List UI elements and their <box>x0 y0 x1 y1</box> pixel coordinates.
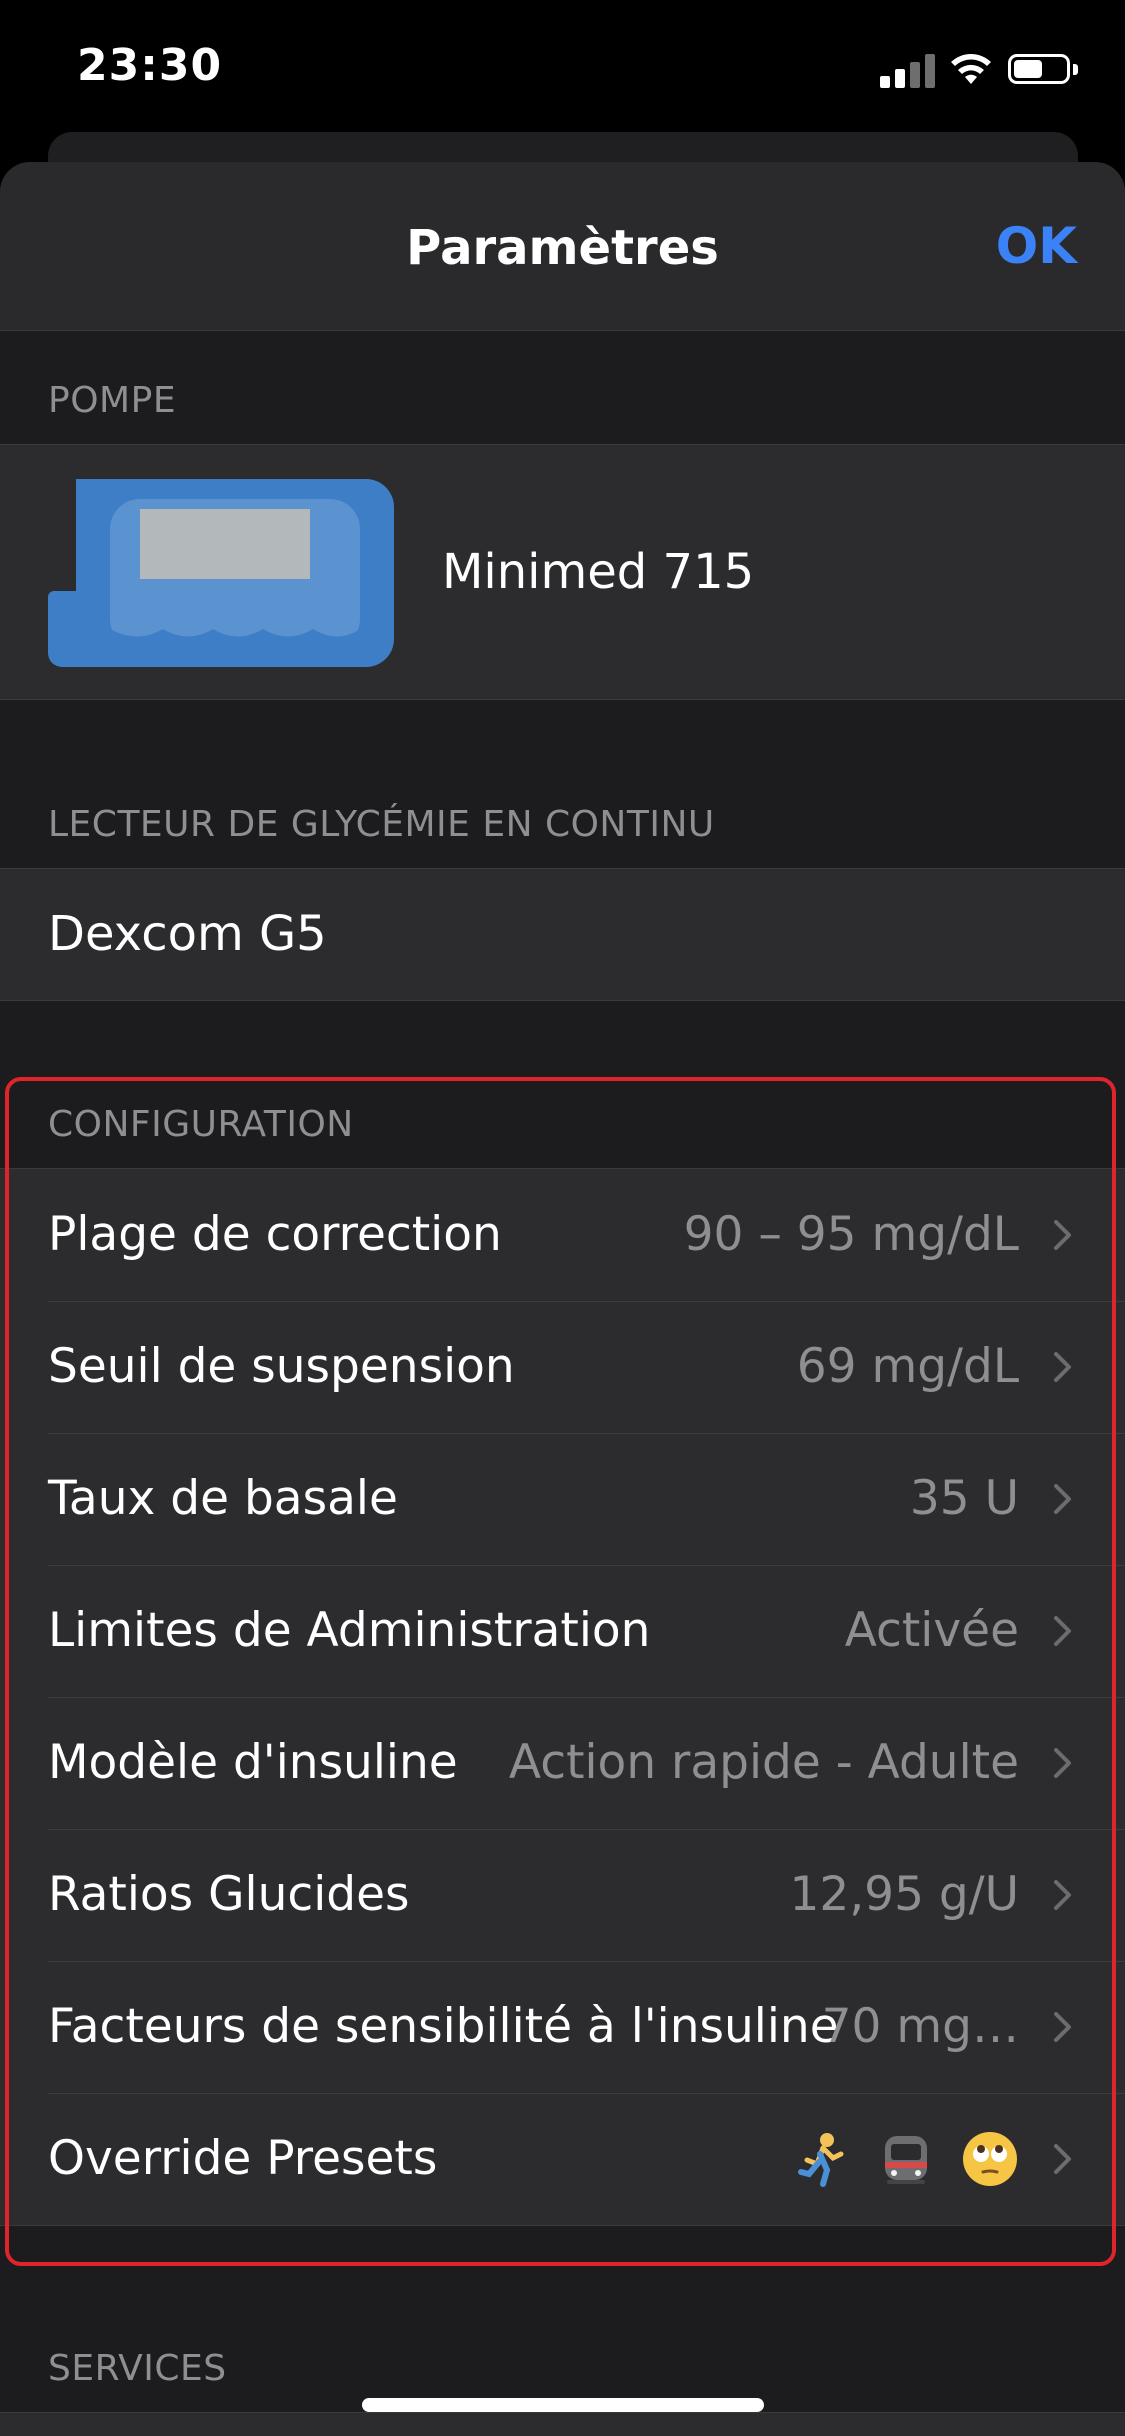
section-header-cgm: LECTEUR DE GLYCÉMIE EN CONTINU <box>48 804 715 845</box>
row-carb-ratios[interactable]: Ratios Glucides 12,95 g/U <box>0 1829 1125 1961</box>
row-value: 90 – 95 mg/dL <box>683 1207 1019 1262</box>
row-label: Override Presets <box>48 2131 438 2186</box>
row-insulin-sensitivity[interactable]: Facteurs de sensibilité à l'insuline 70 … <box>0 1961 1125 2093</box>
row-label: Limites de Administration <box>48 1603 651 1658</box>
home-indicator[interactable] <box>362 2398 764 2412</box>
row-label: Taux de basale <box>48 1471 398 1526</box>
train-icon <box>885 2136 927 2184</box>
chevron-right-icon <box>1054 1616 1071 1646</box>
cgm-group: Dexcom G5 <box>0 868 1125 1001</box>
navigation-bar: Paramètres OK <box>0 162 1125 331</box>
override-emojis <box>793 2093 1019 2225</box>
row-value: 69 mg/dL <box>796 1339 1019 1394</box>
row-label: Plage de correction <box>48 1207 502 1262</box>
chevron-right-icon <box>1054 1484 1071 1514</box>
cgm-name: Dexcom G5 <box>48 906 327 962</box>
chevron-right-icon <box>1054 1880 1071 1910</box>
row-value: Activée <box>844 1603 1019 1658</box>
row-value: Action rapide - Adulte <box>508 1735 1019 1790</box>
row-label: Seuil de suspension <box>48 1339 515 1394</box>
chevron-right-icon <box>1054 1748 1071 1778</box>
cellular-signal-icon <box>880 52 936 88</box>
row-suspend-threshold[interactable]: Seuil de suspension 69 mg/dL <box>0 1301 1125 1433</box>
cgm-row[interactable]: Dexcom G5 <box>0 869 1125 999</box>
row-value: 12,95 g/U <box>789 1867 1019 1922</box>
pump-row[interactable]: Minimed 715 <box>0 445 1125 699</box>
row-value: 35 U <box>909 1471 1019 1526</box>
pump-name: Minimed 715 <box>442 544 755 600</box>
chevron-right-icon <box>1054 1220 1071 1250</box>
row-label: Modèle d'insuline <box>48 1735 458 1790</box>
chevron-right-icon <box>1054 2012 1071 2042</box>
insulin-pump-icon <box>48 479 394 667</box>
chevron-right-icon <box>1054 1352 1071 1382</box>
section-header-pump: POMPE <box>48 380 177 421</box>
battery-icon <box>1008 54 1080 86</box>
row-basal-rate[interactable]: Taux de basale 35 U <box>0 1433 1125 1565</box>
eye-roll-face-icon <box>963 2132 1017 2186</box>
section-header-configuration: CONFIGURATION <box>48 1104 354 1145</box>
row-override-presets[interactable]: Override Presets <box>0 2093 1125 2225</box>
running-person-icon <box>798 2133 844 2187</box>
settings-sheet: Paramètres OK POMPE Minimed 715 LECTEUR … <box>0 162 1125 2436</box>
ok-button[interactable]: OK <box>996 217 1077 275</box>
status-time: 23:30 <box>77 40 223 91</box>
row-insulin-model[interactable]: Modèle d'insuline Action rapide - Adulte <box>0 1697 1125 1829</box>
row-correction-range[interactable]: Plage de correction 90 – 95 mg/dL <box>0 1169 1125 1301</box>
page-title: Paramètres <box>406 220 719 276</box>
row-label: Facteurs de sensibilité à l'insuline <box>48 1999 839 2054</box>
wifi-icon <box>951 54 991 84</box>
row-value: 70 mg… <box>821 1999 1019 2054</box>
configuration-group: Plage de correction 90 – 95 mg/dL Seuil … <box>0 1168 1125 2226</box>
row-label: Ratios Glucides <box>48 1867 410 1922</box>
section-header-services: SERVICES <box>48 2348 227 2389</box>
chevron-right-icon <box>1054 2144 1071 2174</box>
status-bar: 23:30 <box>0 0 1125 135</box>
services-group <box>0 2412 1125 2436</box>
pump-group: Minimed 715 <box>0 444 1125 700</box>
row-delivery-limits[interactable]: Limites de Administration Activée <box>0 1565 1125 1697</box>
